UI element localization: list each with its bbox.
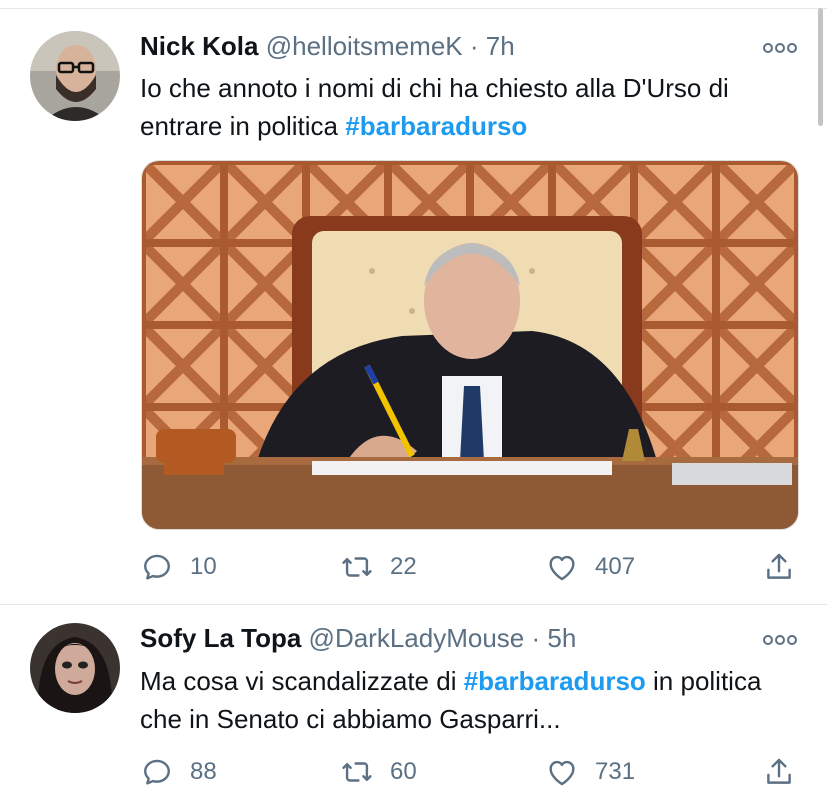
user-handle[interactable]: @DarkLadyMouse — [309, 623, 525, 653]
retweet-icon — [342, 762, 372, 782]
share-icon — [767, 553, 791, 579]
hashtag-link[interactable]: #barbaradurso — [464, 666, 646, 696]
avatar[interactable] — [30, 623, 120, 713]
more-options-icon[interactable] — [763, 41, 797, 53]
share-button[interactable] — [762, 547, 796, 587]
tweet-text: Io che annoto i nomi di chi ha chiesto a… — [140, 69, 810, 145]
like-button[interactable]: 407 — [545, 547, 635, 587]
reply-button[interactable]: 10 — [140, 547, 217, 587]
retweet-count: 22 — [390, 553, 417, 580]
like-icon — [549, 760, 575, 786]
retweet-button[interactable]: 60 — [340, 752, 417, 792]
reply-count: 88 — [190, 758, 217, 785]
retweet-button[interactable]: 22 — [340, 547, 417, 587]
tweet-actions: 10 22 407 — [140, 547, 800, 587]
hashtag-link[interactable]: #barbaradurso — [345, 111, 527, 141]
tweet[interactable]: Nick Kola @helloitsmemeK · 7h Io che ann… — [0, 0, 827, 605]
user-handle[interactable]: @helloitsmemeK — [266, 31, 463, 61]
reply-count: 10 — [190, 553, 217, 580]
retweet-count: 60 — [390, 758, 417, 785]
timestamp[interactable]: 5h — [547, 623, 576, 653]
tweet-header: Sofy La Topa @DarkLadyMouse · 5h — [140, 623, 576, 654]
more-options-icon[interactable] — [763, 633, 797, 645]
reply-button[interactable]: 88 — [140, 752, 217, 792]
retweet-icon — [342, 557, 372, 577]
share-button[interactable] — [762, 752, 796, 792]
display-name[interactable]: Sofy La Topa — [140, 623, 301, 653]
tweet-header: Nick Kola @helloitsmemeK · 7h — [140, 31, 515, 62]
separator-dot: · — [469, 31, 479, 61]
separator-dot: · — [531, 623, 541, 653]
reply-icon — [144, 759, 170, 785]
like-icon — [549, 555, 575, 581]
like-count: 731 — [595, 758, 636, 785]
tweet[interactable]: Sofy La Topa @DarkLadyMouse · 5h Ma cosa… — [0, 605, 827, 803]
timestamp[interactable]: 7h — [486, 31, 515, 61]
tweet-text-body: Ma cosa vi scandalizzate di — [140, 666, 464, 696]
tweet-text: Ma cosa vi scandalizzate di #barbaradurs… — [140, 662, 810, 738]
share-icon — [767, 758, 791, 784]
reply-icon — [144, 554, 170, 580]
like-count: 407 — [595, 553, 636, 580]
tweet-media-image[interactable] — [141, 160, 799, 530]
tweet-actions: 88 60 731 — [140, 752, 800, 792]
avatar[interactable] — [30, 31, 120, 121]
like-button[interactable]: 731 — [545, 752, 635, 792]
display-name[interactable]: Nick Kola — [140, 31, 259, 61]
